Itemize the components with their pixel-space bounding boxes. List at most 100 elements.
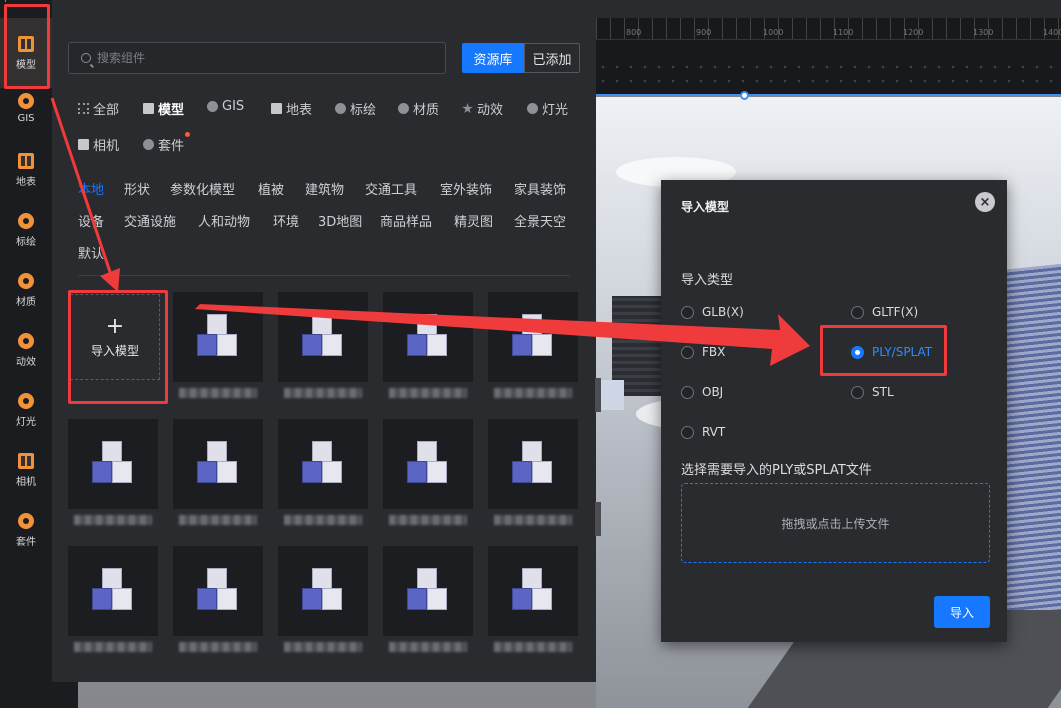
category-plot[interactable]: 标绘 (335, 99, 376, 118)
subcat-outdoor-decor[interactable]: 室外装饰 (440, 179, 492, 198)
search-icon (81, 53, 91, 63)
rail-top-char: P (4, 0, 10, 5)
radio-gltf[interactable]: GLTF(X) (851, 305, 918, 319)
model-tile[interactable] (488, 292, 578, 404)
upload-dropzone[interactable]: 拖拽或点击上传文件 (681, 483, 990, 563)
ruler-tick-label: 1200 (903, 28, 924, 37)
category-terrain[interactable]: 地表 (271, 99, 312, 118)
category-label: 全部 (93, 103, 120, 118)
import-model-tile[interactable]: + 导入模型 (70, 294, 160, 380)
rail-item-camera[interactable]: 相机 (0, 442, 52, 498)
category-label: 地表 (286, 103, 313, 118)
model-thumbnail (68, 419, 158, 509)
blurred-model-name (179, 642, 257, 652)
tab-added[interactable]: 已添加 (524, 43, 580, 73)
subcat-panorama-sky[interactable]: 全景天空 (514, 211, 566, 230)
radio-obj[interactable]: OBJ (681, 385, 723, 399)
blurred-model-name (494, 515, 572, 525)
model-thumbnail (278, 419, 368, 509)
radio-glb[interactable]: GLB(X) (681, 305, 744, 319)
cube-model-icon (88, 441, 138, 487)
model-tile[interactable] (383, 292, 473, 404)
close-icon: × (979, 194, 991, 210)
close-button[interactable]: × (975, 192, 995, 212)
pin-icon (18, 212, 34, 229)
globe-icon (207, 101, 218, 112)
category-camera[interactable]: 相机 (78, 135, 119, 154)
model-tile[interactable] (173, 419, 263, 531)
search-input[interactable] (97, 51, 417, 65)
model-tile[interactable] (173, 292, 263, 404)
model-tile[interactable] (68, 546, 158, 658)
rail-label: 相机 (16, 476, 36, 488)
subcat-vehicle[interactable]: 交通工具 (365, 179, 417, 198)
cube-model-icon (298, 441, 348, 487)
category-gis[interactable]: GIS (207, 99, 244, 114)
model-tile[interactable] (383, 546, 473, 658)
subcat-default[interactable]: 默认 (78, 243, 104, 262)
blurred-model-name (389, 515, 467, 525)
model-tile[interactable] (173, 546, 263, 658)
scrollbar-thumb[interactable] (595, 502, 601, 536)
timeline-ruler[interactable]: 800 900 1000 1100 1200 1300 1400 (596, 18, 1061, 96)
subcat-product-samples[interactable]: 商品样品 (380, 211, 432, 230)
ruler-tick-label: 800 (626, 28, 642, 37)
radio-ply-splat[interactable]: PLY/SPLAT (851, 345, 932, 359)
model-tile[interactable] (383, 419, 473, 531)
category-model[interactable]: 模型 (143, 99, 184, 118)
rail-item-kit[interactable]: 套件 (0, 502, 52, 558)
rail-item-gis[interactable]: GIS (0, 80, 52, 136)
radio-label: FBX (702, 345, 726, 359)
box-icon (143, 103, 154, 114)
model-thumbnail (173, 546, 263, 636)
radio-label: OBJ (702, 385, 724, 399)
timeline-handle[interactable] (740, 91, 749, 100)
cube-model-icon (403, 568, 453, 614)
rail-item-plot[interactable]: 标绘 (0, 202, 52, 258)
category-light[interactable]: 灯光 (527, 99, 568, 118)
notification-dot (185, 132, 191, 137)
category-all[interactable]: 全部 (78, 99, 119, 118)
model-tile[interactable] (488, 546, 578, 658)
tab-resource-library[interactable]: 资源库 (462, 43, 524, 73)
radio-rvt[interactable]: RVT (681, 425, 725, 439)
blurred-model-name (179, 388, 257, 398)
model-thumbnail (488, 419, 578, 509)
radio-fbx[interactable]: FBX (681, 345, 725, 359)
rail-item-effect[interactable]: 动效 (0, 322, 52, 378)
radio-label: RVT (702, 425, 726, 439)
category-kit[interactable]: 套件 (143, 132, 191, 154)
subcat-3d-map[interactable]: 3D地图 (318, 211, 362, 230)
rail-item-terrain[interactable]: 地表 (0, 142, 52, 198)
rail-item-material[interactable]: 材质 (0, 262, 52, 318)
camera-icon (18, 452, 34, 469)
subcat-building[interactable]: 建筑物 (305, 179, 344, 198)
model-tile[interactable] (278, 546, 368, 658)
subcat-people-animals[interactable]: 人和动物 (198, 211, 250, 230)
subcat-furniture[interactable]: 家具装饰 (514, 179, 566, 198)
category-material[interactable]: 材质 (398, 99, 439, 118)
category-label: 相机 (93, 139, 120, 154)
search-box[interactable] (68, 42, 446, 74)
scrollbar-thumb[interactable] (595, 378, 601, 412)
model-tile[interactable] (278, 292, 368, 404)
subcat-parametric[interactable]: 参数化模型 (170, 179, 235, 198)
model-tile[interactable] (278, 419, 368, 531)
subcat-sprite[interactable]: 精灵图 (454, 211, 493, 230)
model-tile[interactable] (488, 419, 578, 531)
model-tile[interactable] (68, 419, 158, 531)
rail-item-model[interactable]: 模型 (0, 18, 52, 88)
import-button[interactable]: 导入 (934, 596, 990, 628)
subcat-environment[interactable]: 环境 (273, 211, 299, 230)
model-thumbnail (383, 546, 473, 636)
radio-indicator (851, 345, 864, 359)
category-effect[interactable]: 动效 (462, 99, 503, 118)
subcat-traffic-facility[interactable]: 交通设施 (124, 211, 176, 230)
subcat-equipment[interactable]: 设备 (78, 211, 104, 230)
subcat-shape[interactable]: 形状 (124, 179, 150, 198)
rail-item-light[interactable]: 灯光 (0, 382, 52, 438)
radio-stl[interactable]: STL (851, 385, 894, 399)
subcat-local[interactable]: 本地 (78, 179, 104, 198)
dropzone-text: 拖拽或点击上传文件 (781, 516, 890, 531)
subcat-vegetation[interactable]: 植被 (258, 179, 284, 198)
